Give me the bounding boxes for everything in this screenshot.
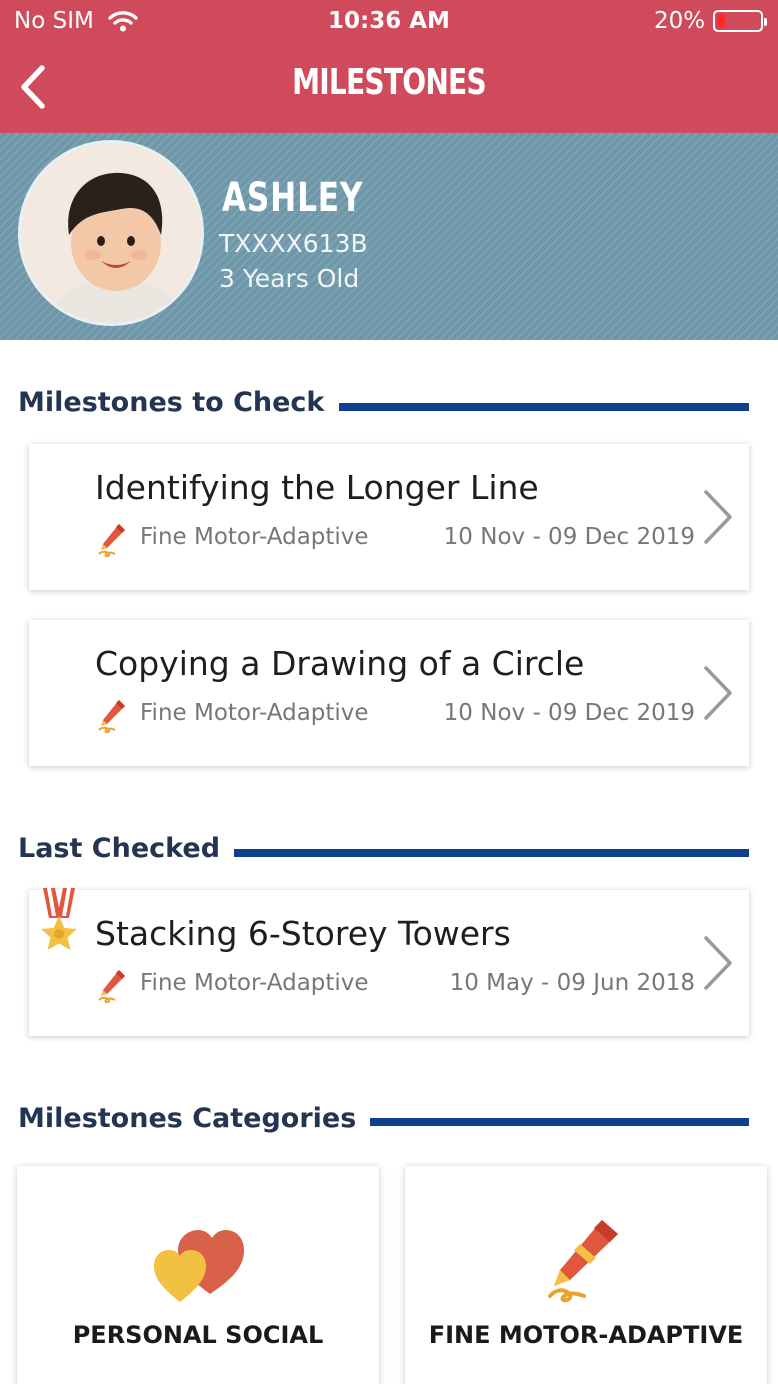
child-age: 3 Years Old: [219, 264, 360, 293]
category-label: PERSONAL SOCIAL: [72, 1321, 324, 1349]
milestone-card[interactable]: Identifying the Longer Line Fine Motor-A…: [29, 444, 749, 590]
milestone-title: Identifying the Longer Line: [95, 468, 539, 507]
avatar[interactable]: [18, 140, 204, 326]
milestone-dates: 10 Nov - 09 Dec 2019: [443, 524, 695, 550]
milestone-category: Fine Motor-Adaptive: [140, 970, 369, 996]
status-bar: No SIM 10:36 AM 20%: [0, 0, 778, 42]
milestone-category: Fine Motor-Adaptive: [140, 524, 369, 550]
back-chevron-icon[interactable]: [14, 62, 54, 112]
section-divider: [370, 1118, 749, 1126]
section-heading-categories: Milestones Categories: [18, 1103, 357, 1134]
category-label: FINE MOTOR-ADAPTIVE: [428, 1321, 744, 1349]
category-tile-personal-social[interactable]: PERSONAL SOCIAL: [17, 1166, 379, 1384]
battery-percent: 20%: [654, 8, 706, 34]
milestone-title: Stacking 6-Storey Towers: [95, 914, 511, 953]
crayon-icon: [98, 524, 125, 558]
hearts-icon: [154, 1230, 244, 1302]
crayon-icon: [98, 700, 125, 734]
milestone-title: Copying a Drawing of a Circle: [95, 644, 585, 683]
milestone-dates: 10 Nov - 09 Dec 2019: [443, 700, 695, 726]
chevron-right-icon: [704, 936, 732, 990]
child-profile-banner: ASHLEY TXXXX613B 3 Years Old: [0, 133, 778, 340]
chevron-right-icon: [704, 666, 732, 720]
page-title: MILESTONES: [292, 62, 487, 103]
app-header: No SIM 10:36 AM 20% MILESTONES: [0, 0, 778, 133]
milestone-category: Fine Motor-Adaptive: [140, 700, 369, 726]
child-photo: [21, 143, 201, 323]
crayon-icon: [548, 1220, 618, 1303]
section-heading-to-check: Milestones to Check: [18, 387, 325, 418]
milestone-card[interactable]: Copying a Drawing of a Circle Fine Motor…: [29, 620, 749, 766]
section-heading-last-checked: Last Checked: [18, 833, 221, 864]
chevron-right-icon: [704, 490, 732, 544]
milestone-card-last-checked[interactable]: Stacking 6-Storey Towers Fine Motor-Adap…: [29, 888, 749, 1036]
category-tile-fine-motor-adaptive[interactable]: FINE MOTOR-ADAPTIVE: [405, 1166, 767, 1384]
battery-icon: [713, 10, 767, 32]
medal-icon: [41, 888, 77, 950]
section-divider: [234, 849, 749, 857]
crayon-icon: [98, 970, 125, 1004]
milestone-dates: 10 May - 09 Jun 2018: [449, 970, 695, 996]
section-divider: [339, 403, 749, 411]
child-id: TXXXX613B: [219, 229, 368, 258]
child-name: ASHLEY: [222, 175, 364, 221]
